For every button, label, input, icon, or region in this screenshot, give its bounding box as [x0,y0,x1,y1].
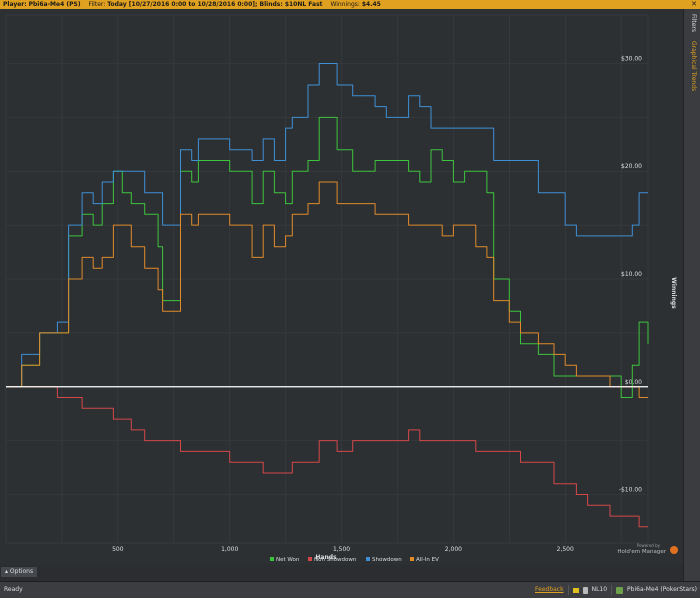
legend-label: Showdown [372,557,402,563]
close-icon[interactable]: ✕ [691,0,697,9]
series-line-non-showdown [6,386,648,528]
status-divider-2 [611,585,613,595]
tab-graphical-trends[interactable]: Graphical Trends [687,41,697,91]
legend-swatch [366,557,370,561]
y-axis-label: Winnings [670,277,677,309]
y-tick-label: $10.00 [621,271,642,278]
legend-label: Non Showdown [314,557,357,563]
filter-value: Today [10/27/2016 0:00 to 10/28/2016 0:0… [107,1,323,8]
x-tick-label: 1,000 [221,546,238,553]
legend-label: All-In EV [416,557,439,563]
options-label: Options [9,568,34,575]
player-label: Player: [3,1,27,8]
y-tick-label: $30.00 [621,55,642,62]
player-icon [616,586,624,594]
legend-swatch [410,557,414,561]
flag-icon [572,587,579,593]
options-bar: ▴ Options [0,565,683,579]
options-button[interactable]: ▴ Options [1,567,38,577]
active-player: Pbi6a-Me4 (PokerStars) [627,586,697,593]
y-tick-label: $0.00 [625,379,642,386]
status-ready: Ready [4,586,23,593]
x-tick-label: 2,000 [445,546,462,553]
winnings-value: $4.45 [361,1,381,8]
chart-area: 500 1,000 1,500 2,000 2,500 -$10.00 $0.00 $10.0… [0,9,683,565]
x-tick-label: 2,500 [557,546,574,553]
player-value: Pbi6a-Me4 (PS) [28,1,81,8]
header-bar: Player: Pbi6a-Me4 (PS) Filter: Today [10… [0,0,700,9]
database-name: NL10 [591,586,608,593]
feedback-link[interactable]: Feedback [535,582,564,598]
logo-badge-icon [670,546,678,554]
tab-filters[interactable]: Filters [687,14,697,32]
status-right: Feedback NL10 Pbi6a-Me4 (PokerStars) [535,582,697,598]
database-icon [582,586,588,594]
winnings-chart: 500 1,000 1,500 2,000 2,500 -$10.00 $0.00 $10.0… [5,14,678,563]
status-bar: Ready Feedback NL10 Pbi6a-Me4 (PokerStar… [0,581,700,598]
y-tick-label: $20.00 [621,163,642,170]
y-tick-label: -$10.00 [619,487,642,494]
logo-line1: Powered by [637,543,661,548]
hm-logo: Powered byHold'em Manager [617,543,678,555]
legend-swatch [270,557,274,561]
right-sidebar: Filters Graphical Trends [683,9,700,588]
logo-line2: Hold'em Manager [617,549,666,555]
chart-ticks: 500 1,000 1,500 2,000 2,500 -$10.00 $0.00 $10.0… [112,55,642,553]
chart-legend: Net Won Non Showdown Showdown All-In EV [270,557,439,563]
status-divider [567,585,569,595]
x-tick-label: 1,500 [333,546,350,553]
chart-grid [5,14,649,544]
legend-label: Net Won [276,557,300,563]
chart-series [6,63,649,528]
x-tick-label: 500 [112,546,124,553]
filter-label: Filter: [88,1,106,8]
legend-swatch [308,557,312,561]
winnings-label: Winnings: [330,1,360,8]
